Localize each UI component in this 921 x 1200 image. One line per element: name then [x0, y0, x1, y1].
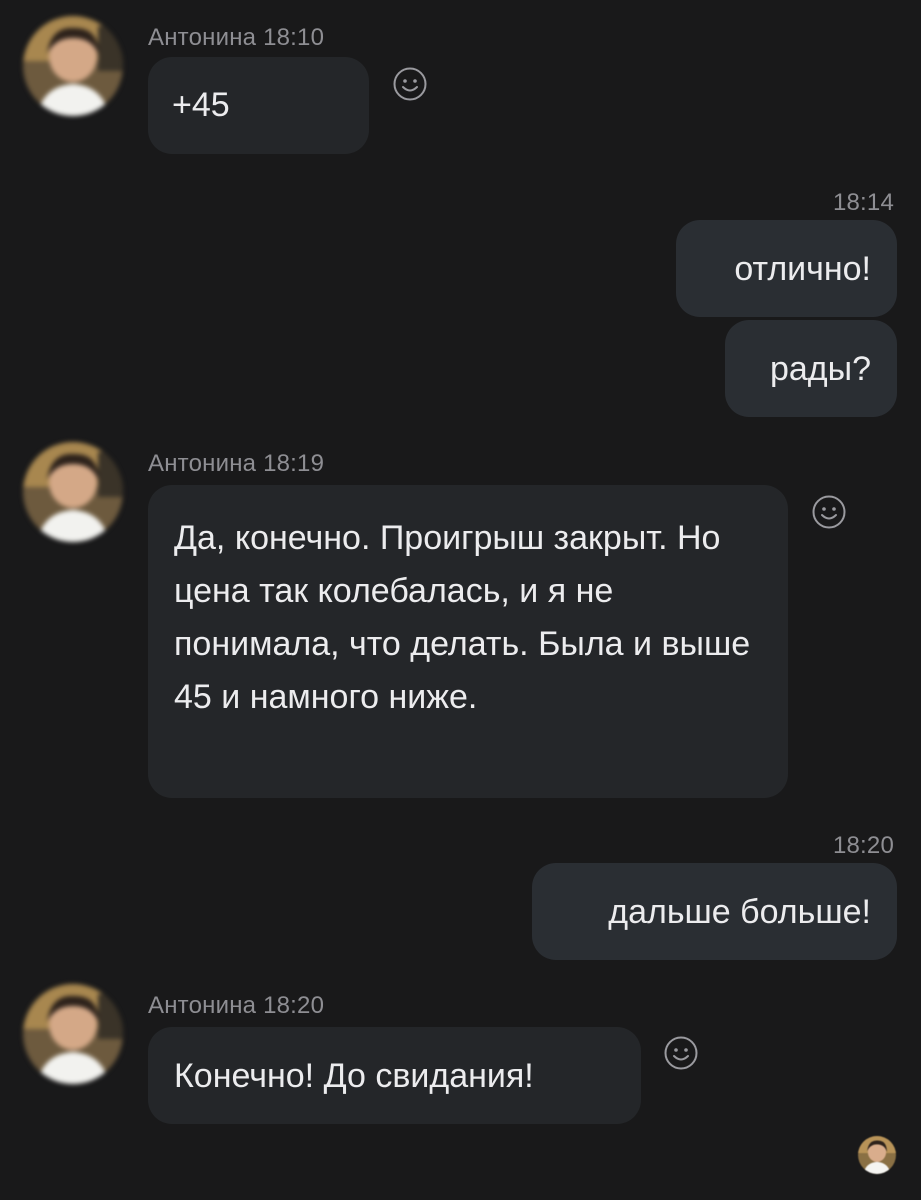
incoming-message-bubble[interactable]: Конечно! До свидания!	[148, 1027, 641, 1124]
message-time: 18:20	[263, 992, 325, 1019]
sender-name: Антонина	[148, 450, 257, 477]
message-time: 18:14	[832, 189, 894, 216]
sender-name: Антонина	[148, 24, 257, 51]
smiley-face-icon[interactable]	[392, 66, 428, 102]
avatar-photo	[23, 984, 123, 1084]
smiley-face-icon[interactable]	[811, 494, 847, 530]
avatar-photo	[23, 442, 123, 542]
read-receipt-avatar	[858, 1136, 896, 1174]
smiley-face-icon[interactable]	[663, 1035, 699, 1071]
message-text: Да, конечно. Проигрыш закрыт. Но цена та…	[174, 519, 751, 716]
message-text: отлично!	[734, 250, 871, 288]
contact-avatar[interactable]	[23, 16, 123, 116]
message-text: +45	[172, 86, 230, 124]
message-text: рады?	[769, 350, 871, 388]
message-text: Конечно! До свидания!	[174, 1057, 534, 1095]
avatar-photo	[23, 16, 123, 116]
outgoing-message-bubble[interactable]: рады?	[725, 320, 897, 417]
contact-avatar[interactable]	[23, 984, 123, 1084]
message-text: дальше больше!	[608, 893, 871, 931]
outgoing-message-bubble[interactable]: отлично!	[676, 220, 897, 317]
outgoing-message-bubble[interactable]: дальше больше!	[532, 863, 897, 960]
incoming-message-bubble[interactable]: Да, конечно. Проигрыш закрыт. Но цена та…	[148, 485, 788, 798]
message-time: 18:10	[263, 24, 325, 51]
sender-name: Антонина	[148, 992, 257, 1019]
message-time: 18:19	[263, 450, 325, 477]
message-time: 18:20	[832, 832, 894, 859]
incoming-message-bubble[interactable]: +45	[148, 57, 369, 154]
contact-avatar[interactable]	[23, 442, 123, 542]
